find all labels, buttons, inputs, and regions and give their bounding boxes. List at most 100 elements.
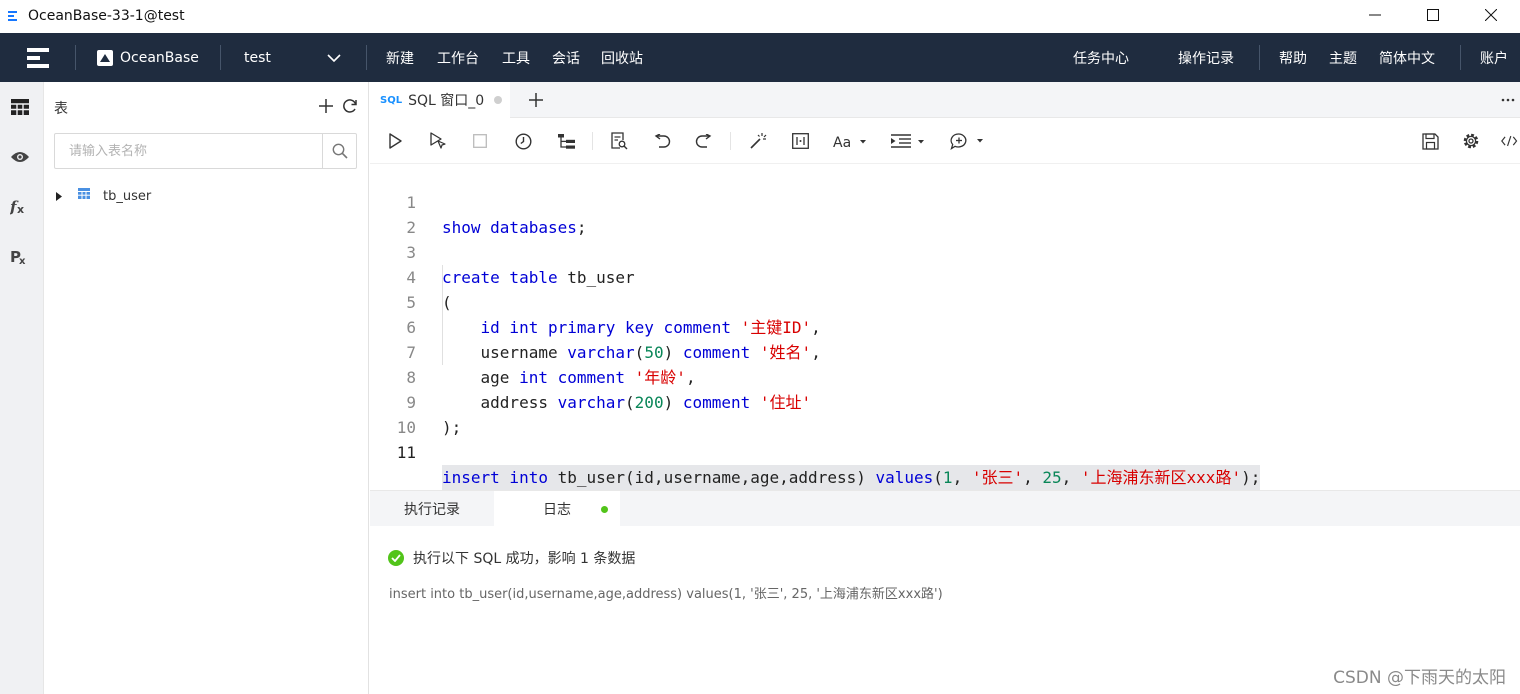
unsaved-dot (494, 96, 503, 104)
editor-toolbar: Aa (370, 118, 1520, 164)
code-line: 6 username varchar(50) comment '姓名', (406, 318, 821, 362)
minimize-button[interactable] (1346, 0, 1404, 30)
code-line: 9 ); (406, 393, 462, 437)
close-button[interactable] (1462, 0, 1520, 30)
brand-label: OceanBase (120, 49, 199, 66)
caret-right-icon[interactable] (56, 191, 62, 201)
run-selected-button[interactable] (427, 129, 449, 153)
menu-recycle-bin[interactable]: 回收站 (601, 33, 643, 82)
save-icon (1421, 132, 1439, 150)
account-link[interactable]: 账户 (1480, 33, 1508, 82)
executed-sql: insert into tb_user(id,username,age,addr… (389, 587, 943, 602)
table-search-input[interactable] (55, 134, 322, 168)
database-select[interactable]: test (244, 33, 271, 82)
clock-icon (514, 132, 532, 150)
code-icon (1501, 135, 1518, 147)
add-table-button[interactable] (316, 96, 336, 116)
menu-sessions[interactable]: 会话 (552, 33, 580, 82)
status-message: 执行以下 SQL 成功，影响 1 条数据 (413, 551, 636, 567)
run-button[interactable] (385, 129, 405, 153)
logo-icon[interactable] (27, 33, 49, 82)
tab-execution-history[interactable]: 执行记录 (370, 491, 494, 527)
magic-wand-icon (750, 133, 767, 149)
settings-button[interactable] (1460, 129, 1482, 153)
code-line: 7 age int comment '年龄', (406, 343, 696, 387)
code-line: 8 address varchar(200) comment '住址' (406, 368, 812, 412)
find-button[interactable] (608, 129, 630, 153)
app-icon (8, 11, 17, 21)
tab-log[interactable]: 日志 (494, 491, 620, 527)
chevron-down-icon (327, 53, 341, 62)
menu-tools[interactable]: 工具 (502, 33, 530, 82)
tab-sql-window-0[interactable]: SQL SQL 窗口_0 (370, 82, 510, 118)
result-tabbar: 执行记录 日志 (370, 490, 1520, 527)
function-icon[interactable]: fx (6, 193, 34, 221)
table-icon[interactable] (6, 93, 34, 121)
search-button[interactable] (322, 134, 356, 168)
undo-button[interactable] (651, 129, 673, 153)
stop-icon (473, 134, 487, 148)
plus-icon (529, 93, 543, 107)
case-dropdown[interactable]: Aa (833, 129, 869, 153)
editor-tabbar: SQL SQL 窗口_0 (370, 82, 1520, 118)
connection-switcher[interactable]: OceanBase (97, 33, 199, 82)
redo-button[interactable] (693, 129, 715, 153)
table-list-panel: 表 tb_user (44, 82, 369, 694)
code-line: 5 id int primary key comment '主键ID', (406, 293, 821, 337)
search-icon (332, 143, 348, 159)
minimize-icon (1369, 14, 1381, 16)
close-icon (1485, 9, 1497, 21)
stop-button[interactable] (470, 129, 490, 153)
tab-label: SQL 窗口_0 (408, 93, 485, 109)
database-name: test (244, 49, 271, 66)
indent-icon (891, 134, 924, 148)
code-line: 1 show databases; (406, 193, 587, 237)
code-view-button[interactable] (1501, 129, 1519, 153)
add-tab-button[interactable] (526, 90, 546, 110)
language-link[interactable]: 简体中文 (1379, 33, 1435, 82)
font-case-icon: Aa (833, 135, 866, 148)
code-line-active: 11 insert into tb_user(id,username,age,a… (370, 415, 1520, 490)
more-tabs-button[interactable] (1498, 90, 1518, 110)
comment-dropdown[interactable] (950, 129, 988, 153)
code-line: 10 (396, 418, 416, 437)
beautify-button[interactable] (747, 129, 769, 153)
refresh-button[interactable] (340, 96, 360, 116)
procedure-icon[interactable]: Px (6, 243, 34, 271)
save-button[interactable] (1419, 129, 1441, 153)
code-line: 2 (406, 218, 416, 237)
top-navbar: OceanBase test 新建 工作台 工具 会话 回收站 任务中心 操作记… (0, 33, 1520, 82)
plus-icon (319, 99, 333, 113)
table-name: tb_user (103, 188, 152, 204)
format-tree-button[interactable] (555, 129, 577, 153)
view-icon[interactable] (6, 143, 34, 171)
maximize-icon (1427, 9, 1439, 21)
sql-editor[interactable]: 1 show databases; 2 3 create table tb_us… (370, 165, 1520, 490)
table-search (54, 133, 357, 169)
code-box-icon (791, 133, 809, 149)
menu-new[interactable]: 新建 (386, 33, 414, 82)
database-dropdown[interactable] (327, 33, 341, 82)
undo-icon (654, 134, 671, 148)
indent-dropdown[interactable] (891, 129, 929, 153)
menu-workbench[interactable]: 工作台 (437, 33, 479, 82)
panel-title: 表 (54, 101, 68, 117)
task-center-link[interactable]: 任务中心 (1073, 33, 1129, 82)
table-tree-item[interactable]: tb_user (54, 184, 151, 208)
ellipsis-icon (1501, 98, 1515, 102)
operation-log-link[interactable]: 操作记录 (1178, 33, 1234, 82)
plan-button[interactable] (512, 129, 534, 153)
comment-add-icon (950, 132, 983, 150)
theme-link[interactable]: 主题 (1329, 33, 1357, 82)
run-cursor-icon (430, 132, 446, 149)
svg-text:x: x (17, 203, 24, 216)
play-icon (389, 133, 402, 149)
maximize-button[interactable] (1404, 0, 1462, 30)
snippet-button[interactable] (789, 129, 811, 153)
status-dot (601, 506, 608, 513)
document-search-icon (611, 132, 628, 150)
watermark: CSDN @下雨天的太阳 (1333, 668, 1506, 688)
refresh-icon (343, 99, 357, 113)
gear-icon (1463, 133, 1479, 149)
help-link[interactable]: 帮助 (1279, 33, 1307, 82)
